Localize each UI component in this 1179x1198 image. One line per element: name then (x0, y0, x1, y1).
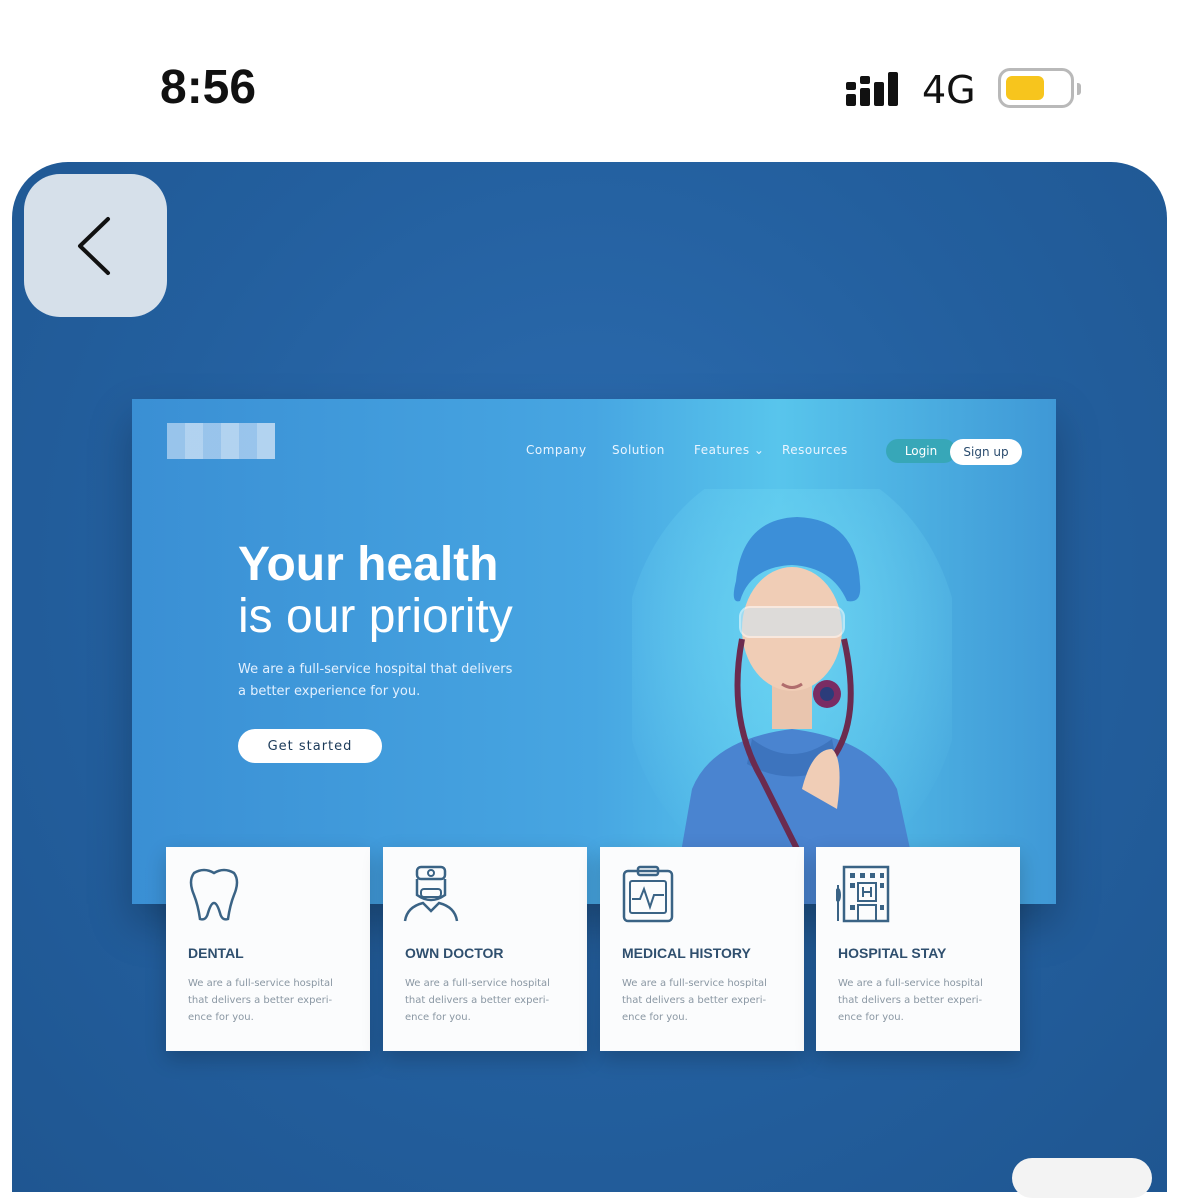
feature-card-dental[interactable]: DENTAL We are a full-service hospital th… (166, 847, 370, 1051)
feature-card-medical-history[interactable]: MEDICAL HISTORY We are a full-service ho… (600, 847, 804, 1051)
feature-description: We are a full-service hospital that deli… (405, 978, 550, 1023)
hero-title-light: is our priority (238, 590, 513, 643)
chevron-left-icon (77, 216, 110, 275)
login-button[interactable]: Login (886, 439, 956, 463)
feature-description: We are a full-service hospital that deli… (622, 978, 767, 1023)
feature-title: HOSPITAL STAY (838, 945, 947, 961)
feature-description: We are a full-service hospital that deli… (188, 978, 333, 1023)
nav-features[interactable]: Features ⌄ (694, 443, 764, 457)
hero-subtitle-line1: We are a full-service hospital that deli… (238, 662, 513, 677)
image-viewer: Company Solution Features ⌄ Resources Lo… (12, 162, 1167, 1192)
status-bar: 8:56 4G (0, 0, 1179, 160)
feature-title: MEDICAL HISTORY (622, 945, 751, 961)
get-started-button[interactable]: Get started (238, 729, 382, 763)
battery-level (1006, 76, 1044, 100)
nav-company[interactable]: Company (526, 443, 587, 457)
tooth-icon (189, 868, 239, 921)
battery-icon (998, 68, 1081, 108)
hero-title-bold: Your health (238, 538, 499, 591)
hero-subtitle: We are a full-service hospital that deli… (238, 659, 538, 703)
hospital-building-icon (836, 865, 890, 923)
network-type: 4G (922, 68, 976, 112)
status-time: 8:56 (160, 61, 257, 114)
nav-solution[interactable]: Solution (612, 443, 665, 457)
website-mockup: Company Solution Features ⌄ Resources Lo… (132, 399, 1056, 904)
doctor-illustration (632, 489, 952, 904)
feature-description: We are a full-service hospital that deli… (838, 978, 983, 1023)
signup-button[interactable]: Sign up (950, 439, 1022, 465)
floating-pill[interactable] (1012, 1158, 1152, 1198)
nav-resources[interactable]: Resources (782, 443, 848, 457)
feature-title: DENTAL (188, 945, 244, 961)
feature-title: OWN DOCTOR (405, 945, 504, 961)
hero-subtitle-line2: a better experience for you. (238, 684, 421, 699)
battery-nub (1077, 83, 1081, 95)
clipboard-heartbeat-icon (622, 865, 674, 923)
signal-icon (846, 72, 898, 106)
doctor-icon (403, 865, 459, 922)
back-button[interactable] (24, 174, 167, 317)
feature-card-hospital-stay[interactable]: HOSPITAL STAY We are a full-service hosp… (816, 847, 1020, 1051)
blurred-logo (167, 423, 275, 459)
feature-card-own-doctor[interactable]: OWN DOCTOR We are a full-service hospita… (383, 847, 587, 1051)
